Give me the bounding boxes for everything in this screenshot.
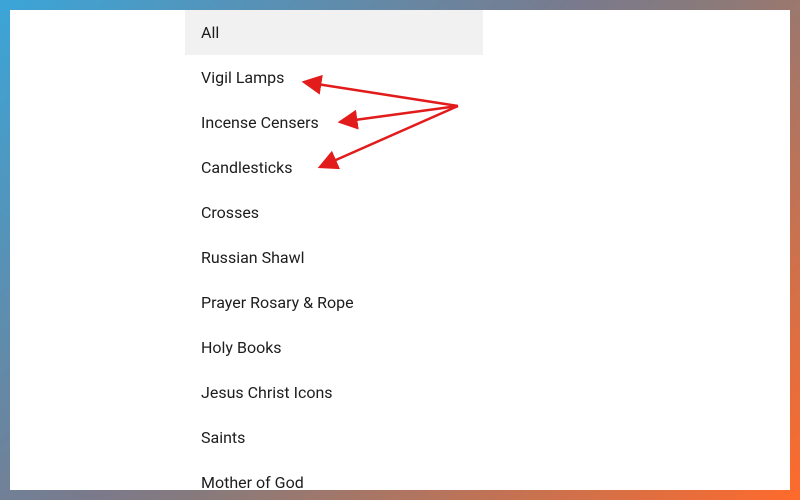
category-label: Holy Books: [201, 338, 282, 357]
category-item-vigil-lamps[interactable]: Vigil Lamps: [185, 55, 483, 100]
category-item-mother-of-god[interactable]: Mother of God: [185, 460, 483, 490]
category-item-saints[interactable]: Saints: [185, 415, 483, 460]
category-scroll-list[interactable]: All Vigil Lamps Incense Censers Candlest…: [185, 10, 483, 490]
category-item-jesus-christ-icons[interactable]: Jesus Christ Icons: [185, 370, 483, 415]
category-label: Prayer Rosary & Rope: [201, 293, 354, 312]
category-label: Vigil Lamps: [201, 68, 284, 87]
category-item-crosses[interactable]: Crosses: [185, 190, 483, 235]
category-label: Incense Censers: [201, 113, 319, 132]
category-label: Russian Shawl: [201, 248, 305, 267]
category-label: Jesus Christ Icons: [201, 383, 333, 402]
category-item-russian-shawl[interactable]: Russian Shawl: [185, 235, 483, 280]
category-label: All: [201, 23, 219, 42]
category-item-holy-books[interactable]: Holy Books: [185, 325, 483, 370]
category-item-incense-censers[interactable]: Incense Censers: [185, 100, 483, 145]
category-item-all[interactable]: All: [185, 10, 483, 55]
category-label: Candlesticks: [201, 158, 292, 177]
category-label: Crosses: [201, 203, 259, 222]
app-panel: All Vigil Lamps Incense Censers Candlest…: [10, 10, 790, 490]
category-item-candlesticks[interactable]: Candlesticks: [185, 145, 483, 190]
category-label: Mother of God: [201, 473, 304, 490]
category-label: Saints: [201, 428, 245, 447]
category-item-prayer-rosary-rope[interactable]: Prayer Rosary & Rope: [185, 280, 483, 325]
category-list-container: All Vigil Lamps Incense Censers Candlest…: [185, 10, 483, 490]
